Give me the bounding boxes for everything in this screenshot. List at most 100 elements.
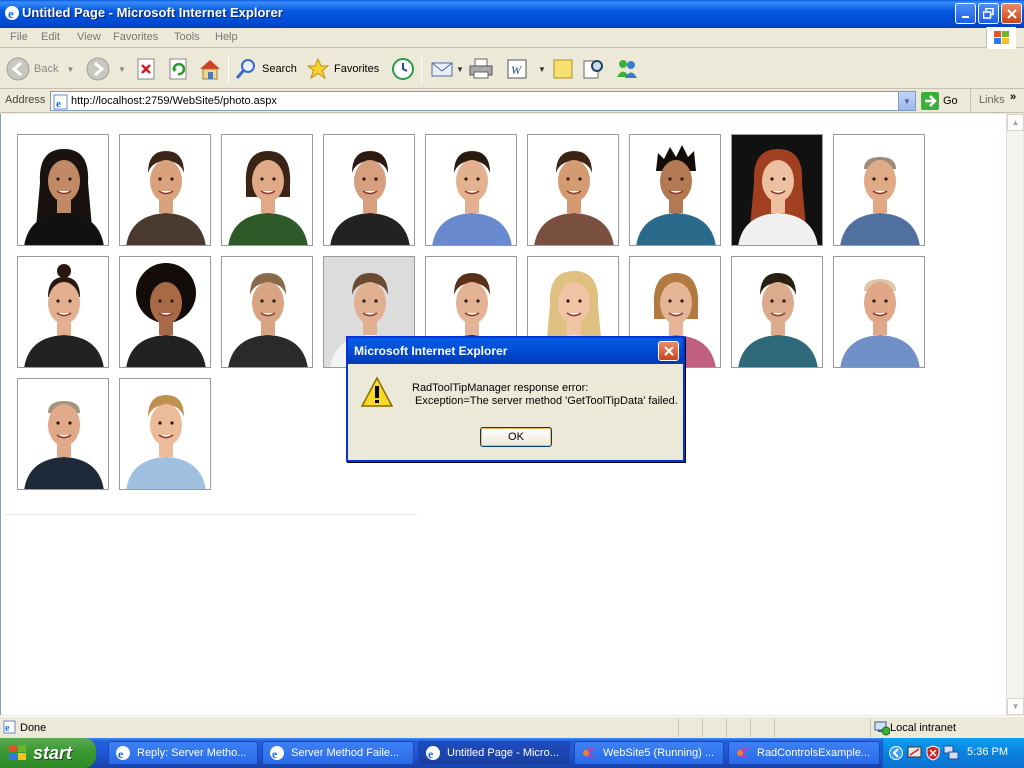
links-label[interactable]: Links: [979, 94, 1005, 106]
portrait-image: [528, 135, 618, 245]
edit-word-button[interactable]: W ▼: [506, 53, 546, 85]
back-dropdown-icon[interactable]: ▼: [66, 65, 74, 74]
edit-dropdown-icon[interactable]: ▼: [538, 65, 546, 74]
task-radcontrols[interactable]: RadControlsExample...: [728, 741, 880, 765]
profile-photo[interactable]: [221, 134, 313, 246]
title-bar[interactable]: e Untitled Page - Microsoft Internet Exp…: [0, 0, 1024, 28]
back-button[interactable]: Back ▼: [6, 53, 74, 85]
profile-photo[interactable]: [425, 134, 517, 246]
toolbar-separator: [228, 55, 229, 83]
forward-dropdown-icon[interactable]: ▼: [118, 65, 126, 74]
portrait-image: [630, 135, 720, 245]
menu-edit[interactable]: Edit: [41, 31, 60, 43]
profile-photo[interactable]: [731, 134, 823, 246]
history-button[interactable]: [391, 53, 415, 85]
task-label: WebSite5 (Running) ...: [603, 747, 715, 759]
dialog-close-button[interactable]: [658, 341, 679, 361]
profile-photo[interactable]: [17, 256, 109, 368]
menu-file[interactable]: File: [10, 31, 28, 43]
task-server-method[interactable]: e Server Method Faile...: [262, 741, 414, 765]
portrait-image: [222, 135, 312, 245]
portrait-image: [18, 379, 108, 489]
chevron-down-icon: ▼: [903, 96, 911, 106]
profile-photo[interactable]: [323, 134, 415, 246]
close-icon: [663, 346, 674, 356]
toolbar-separator: [421, 55, 422, 83]
portrait-image: [834, 257, 924, 367]
minimize-button[interactable]: [955, 3, 976, 24]
status-divider: [726, 719, 727, 737]
status-divider: [702, 719, 703, 737]
refresh-button[interactable]: [168, 53, 190, 85]
profile-photo[interactable]: [833, 256, 925, 368]
portrait-image: [732, 257, 822, 367]
profile-photo[interactable]: [731, 256, 823, 368]
dialog-title: Microsoft Internet Explorer: [354, 344, 508, 358]
tray-expand-icon[interactable]: [889, 745, 903, 761]
task-reply[interactable]: e Reply: Server Metho...: [108, 741, 258, 765]
close-button[interactable]: [1001, 3, 1022, 24]
dialog-title-bar[interactable]: Microsoft Internet Explorer: [348, 338, 683, 364]
mail-dropdown-icon[interactable]: ▼: [456, 65, 464, 74]
restore-button[interactable]: [978, 3, 999, 24]
stop-icon: [137, 58, 155, 80]
forward-arrow-icon: [86, 57, 110, 81]
refresh-icon: [169, 58, 187, 80]
profile-photo[interactable]: [629, 134, 721, 246]
status-divider: [750, 719, 751, 737]
links-chevron-icon[interactable]: »: [1010, 91, 1016, 103]
forward-button[interactable]: ▼: [86, 53, 126, 85]
visual-studio-icon: [737, 748, 749, 758]
profile-photo[interactable]: [119, 134, 211, 246]
address-divider: [970, 89, 971, 111]
menu-view[interactable]: View: [77, 31, 101, 43]
portrait-image: [120, 379, 210, 489]
portrait-image: [120, 257, 210, 367]
vertical-scrollbar[interactable]: ▲ ▼: [1006, 114, 1024, 715]
network-icon[interactable]: [907, 745, 923, 761]
address-input[interactable]: e http://localhost:2759/WebSite5/photo.a…: [50, 91, 916, 111]
history-icon: [392, 58, 414, 80]
home-button[interactable]: [198, 53, 222, 85]
security-shield-icon[interactable]: [925, 745, 941, 761]
profile-photo[interactable]: [119, 256, 211, 368]
ok-button[interactable]: OK: [480, 427, 552, 447]
close-icon: [1006, 8, 1017, 19]
messenger-button[interactable]: [614, 53, 640, 85]
task-website5[interactable]: WebSite5 (Running) ...: [574, 741, 724, 765]
menu-bar: File Edit View Favorites Tools Help: [0, 28, 1024, 48]
profile-photo[interactable]: [17, 378, 109, 490]
status-divider: [678, 719, 679, 737]
favorites-button[interactable]: Favorites: [306, 53, 379, 85]
menu-favorites[interactable]: Favorites: [113, 31, 158, 43]
profile-photo[interactable]: [527, 134, 619, 246]
mail-button[interactable]: ▼: [430, 53, 464, 85]
search-button[interactable]: Search: [234, 53, 297, 85]
monitor-icon[interactable]: [943, 745, 959, 761]
research-button[interactable]: [582, 53, 606, 85]
address-dropdown-button[interactable]: ▼: [898, 92, 915, 110]
start-button[interactable]: start: [0, 738, 96, 768]
visual-studio-icon: [583, 748, 595, 758]
scroll-up-button[interactable]: ▲: [1007, 114, 1024, 131]
ie-icon: e: [116, 746, 130, 761]
home-icon: [200, 60, 220, 80]
go-button[interactable]: Go: [920, 91, 958, 111]
print-button[interactable]: [468, 53, 494, 85]
portrait-image: [18, 257, 108, 367]
mail-icon: [431, 62, 453, 77]
menu-help[interactable]: Help: [215, 31, 238, 43]
svg-text:e: e: [5, 723, 10, 734]
profile-photo[interactable]: [17, 134, 109, 246]
discuss-button[interactable]: [552, 53, 574, 85]
task-label: RadControlsExample...: [757, 747, 871, 759]
profile-photo[interactable]: [833, 134, 925, 246]
profile-photo[interactable]: [119, 378, 211, 490]
scroll-down-button[interactable]: ▼: [1007, 698, 1024, 715]
task-untitled-page[interactable]: e Untitled Page - Micro...: [418, 741, 570, 765]
note-icon: [553, 59, 573, 79]
profile-photo[interactable]: [221, 256, 313, 368]
task-label: Reply: Server Metho...: [137, 747, 247, 759]
menu-tools[interactable]: Tools: [174, 31, 200, 43]
stop-button[interactable]: [136, 53, 158, 85]
